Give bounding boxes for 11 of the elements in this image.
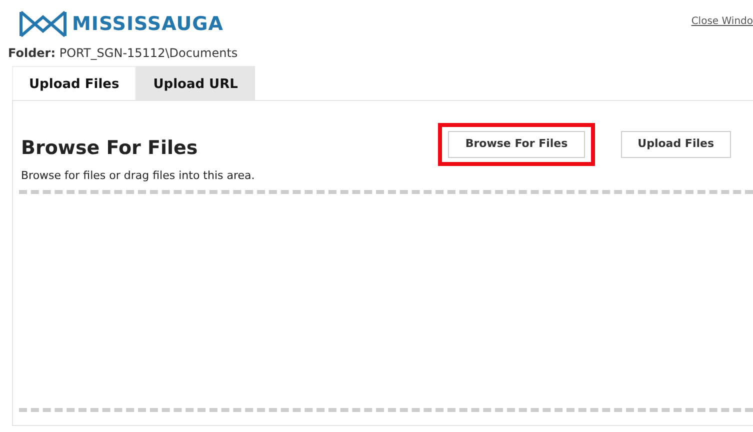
drop-zone[interactable]	[19, 190, 753, 412]
logo-icon	[18, 9, 68, 39]
upload-button[interactable]: Upload Files	[620, 131, 731, 158]
browse-button[interactable]: Browse For Files	[448, 131, 585, 158]
close-window-link[interactable]: Close Windo	[691, 14, 753, 29]
panel-title: Browse For Files	[21, 136, 199, 160]
tab[interactable]: Upload Files	[12, 66, 136, 100]
logo-text: MISSISSAUGA	[72, 13, 224, 35]
tab[interactable]: Upload URL	[136, 66, 255, 100]
drop-hint: Browse for files or drag files into this area.	[21, 168, 255, 184]
folder-path: Folder: PORT_SGN-15112\Documents	[8, 46, 238, 60]
